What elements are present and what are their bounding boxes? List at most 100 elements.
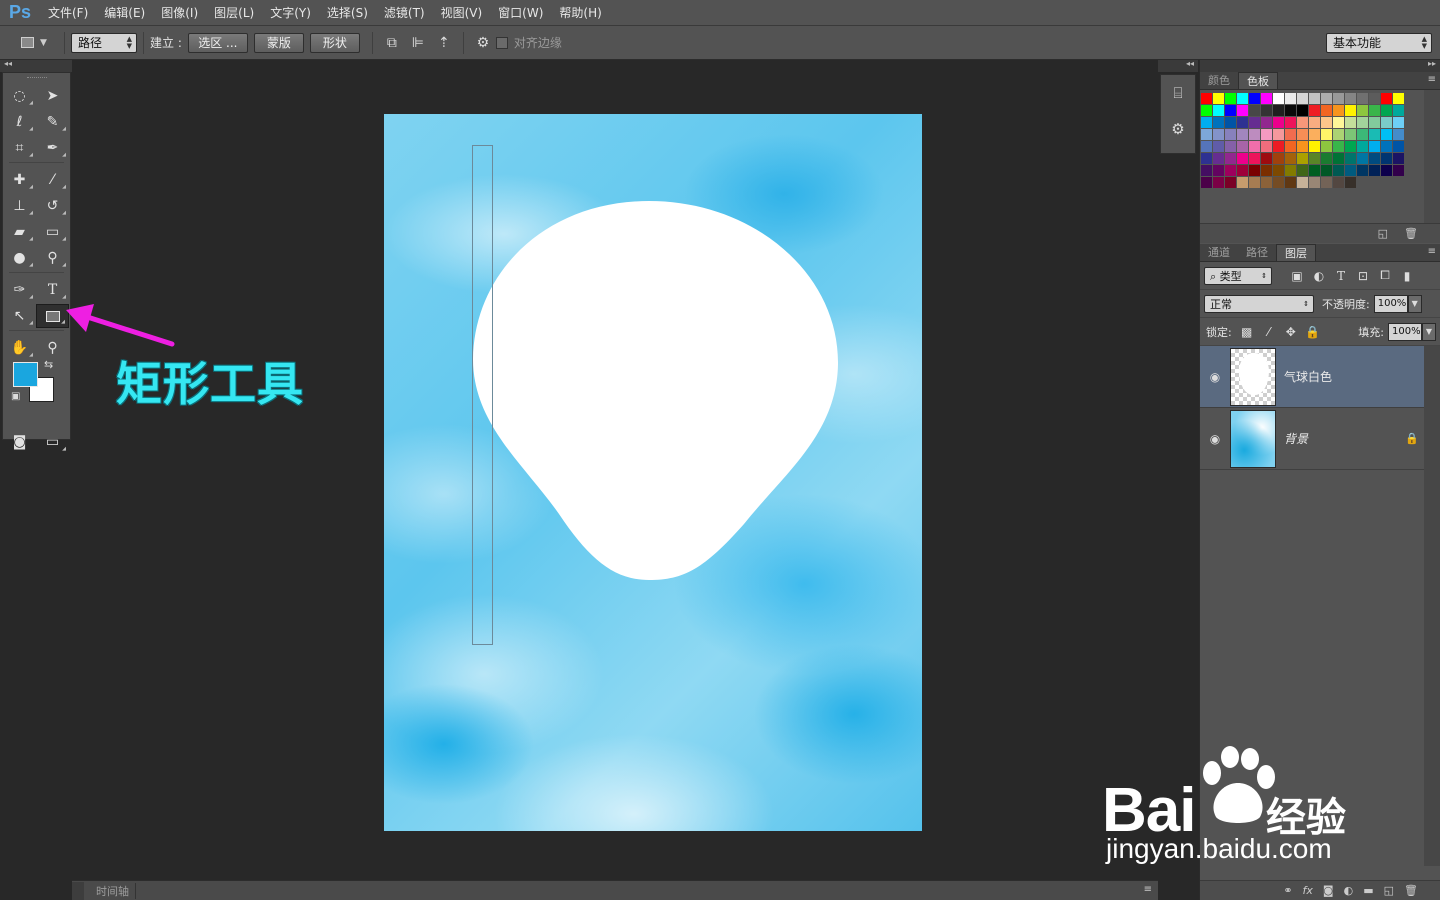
menu-item[interactable]: 图像(I) [153, 0, 206, 26]
quick-selection-tool[interactable]: ✎ ◢ [36, 110, 69, 134]
swatch-cell[interactable] [1321, 117, 1333, 129]
swatch-cell[interactable] [1393, 129, 1405, 141]
blur-tool[interactable]: ● ◢ [3, 246, 36, 270]
swatch-cell[interactable] [1261, 117, 1273, 129]
opacity-input[interactable]: 100% [1373, 294, 1408, 313]
swatch-cell[interactable] [1345, 153, 1357, 165]
lock-position-move-icon[interactable]: ✥ [1280, 325, 1302, 339]
layers-scrollbar[interactable] [1424, 346, 1440, 866]
swatch-cell[interactable] [1321, 165, 1333, 177]
panel-menu-icon[interactable]: ≡ [1144, 884, 1152, 895]
swatch-cell[interactable] [1357, 141, 1369, 153]
swatch-cell[interactable] [1309, 93, 1321, 105]
screen-mode-button[interactable]: ▭ ◢ [36, 430, 69, 454]
path-selection-tool[interactable]: ↖ ◢ [3, 304, 36, 328]
menu-item[interactable]: 编辑(E) [96, 0, 153, 26]
lock-transparent-icon[interactable]: ▩ [1236, 325, 1258, 339]
swatch-cell[interactable] [1249, 117, 1261, 129]
swatch-cell[interactable] [1393, 117, 1405, 129]
swatch-cell[interactable] [1237, 153, 1249, 165]
swatch-cell[interactable] [1213, 153, 1225, 165]
tool-preset-picker[interactable]: ▼ [10, 32, 58, 54]
swatch-cell[interactable] [1333, 165, 1345, 177]
make-mask-button[interactable]: 蒙版 [253, 32, 304, 53]
adjustment-layer-icon[interactable]: ◐ [1344, 884, 1354, 897]
timeline-tab[interactable]: 时间轴 [90, 882, 136, 899]
swatch-cell[interactable] [1225, 129, 1237, 141]
make-selection-button[interactable]: 选区 ... [187, 32, 248, 53]
swatch-cell[interactable] [1201, 153, 1213, 165]
panel-collapse-strip[interactable]: ▸▸ [1200, 59, 1440, 72]
swatch-cell[interactable] [1201, 105, 1213, 117]
menu-item[interactable]: 选择(S) [319, 0, 376, 26]
swatch-cell[interactable] [1225, 141, 1237, 153]
swatch-cell[interactable] [1297, 165, 1309, 177]
swatch-cell[interactable] [1273, 129, 1285, 141]
swatch-cell[interactable] [1297, 129, 1309, 141]
dock-collapse-strip[interactable]: ◂◂ [1158, 59, 1198, 72]
add-mask-icon[interactable]: ◙ [1323, 884, 1334, 897]
swatch-cell[interactable] [1309, 105, 1321, 117]
swatch-cell[interactable] [1321, 93, 1333, 105]
tab-color[interactable]: 颜色 [1200, 72, 1238, 89]
swatch-cell[interactable] [1357, 93, 1369, 105]
trash-icon[interactable]: 🗑 [1404, 227, 1418, 240]
elliptical-marquee-tool[interactable]: ◌ ◢ [3, 84, 36, 108]
lock-all-icon[interactable]: 🔒 [1302, 325, 1324, 339]
swatch-cell[interactable] [1357, 105, 1369, 117]
swatch-cell[interactable] [1201, 141, 1213, 153]
swatch-cell[interactable] [1285, 141, 1297, 153]
swatch-cell[interactable] [1273, 165, 1285, 177]
swatch-cell[interactable] [1369, 129, 1381, 141]
swatch-cell[interactable] [1225, 177, 1237, 189]
swatch-cell[interactable] [1285, 177, 1297, 189]
swatch-cell[interactable] [1357, 165, 1369, 177]
swatch-cell[interactable] [1261, 129, 1273, 141]
swatch-cell[interactable] [1321, 153, 1333, 165]
menu-item[interactable]: 帮助(H) [551, 0, 609, 26]
swatch-cell[interactable] [1381, 93, 1393, 105]
swatch-cell[interactable] [1297, 105, 1309, 117]
swatch-cell[interactable] [1345, 117, 1357, 129]
tool-mode-select[interactable]: 路径 ▲ ▼ [71, 32, 137, 53]
history-panel-icon[interactable]: ⌸ [1161, 75, 1195, 111]
menu-item[interactable]: 文件(F) [40, 0, 96, 26]
properties-panel-icon[interactable]: ⚙ [1161, 111, 1195, 147]
layer-filter-select[interactable]: ⌕ 类型 ⇕ [1204, 266, 1272, 285]
swatch-cell[interactable] [1333, 93, 1345, 105]
fill-dropdown[interactable]: ▼ [1422, 322, 1436, 341]
swatch-cell[interactable] [1321, 177, 1333, 189]
swatch-cell[interactable] [1333, 153, 1345, 165]
swatch-cell[interactable] [1297, 93, 1309, 105]
history-brush-tool[interactable]: ↺ ◢ [36, 194, 69, 218]
swatch-cell[interactable] [1345, 129, 1357, 141]
swatch-cell[interactable] [1261, 177, 1273, 189]
timeline-grip[interactable] [72, 881, 84, 900]
swatch-cell[interactable] [1237, 117, 1249, 129]
fill-input[interactable]: 100% [1388, 322, 1422, 341]
trash-icon[interactable]: 🗑 [1404, 884, 1418, 897]
lock-pixels-brush-icon[interactable]: ⁄ [1258, 325, 1280, 339]
swatch-cell[interactable] [1357, 153, 1369, 165]
swatch-cell[interactable] [1237, 141, 1249, 153]
swatch-cell[interactable] [1309, 165, 1321, 177]
swatch-cell[interactable] [1213, 129, 1225, 141]
swatch-cell[interactable] [1261, 165, 1273, 177]
tab-swatches[interactable]: 色板 [1238, 72, 1278, 89]
swatch-cell[interactable] [1333, 177, 1345, 189]
swatch-cell[interactable] [1369, 105, 1381, 117]
swatches-scrollbar[interactable] [1424, 90, 1440, 240]
lasso-tool[interactable]: ℓ ◢ [3, 110, 36, 134]
swatch-cell[interactable] [1225, 105, 1237, 117]
swatch-cell[interactable] [1357, 129, 1369, 141]
tab-paths[interactable]: 路径 [1238, 244, 1276, 261]
swatch-cell[interactable] [1237, 165, 1249, 177]
swatch-cell[interactable] [1249, 105, 1261, 117]
swatch-cell[interactable] [1213, 93, 1225, 105]
swatch-cell[interactable] [1309, 129, 1321, 141]
swatch-cell[interactable] [1213, 141, 1225, 153]
filter-adjustment-icon[interactable]: ◐ [1308, 269, 1330, 283]
swatch-cell[interactable] [1369, 141, 1381, 153]
layer-row-background[interactable]: ◉ 背景 🔒 [1200, 408, 1424, 470]
swatch-cell[interactable] [1309, 153, 1321, 165]
